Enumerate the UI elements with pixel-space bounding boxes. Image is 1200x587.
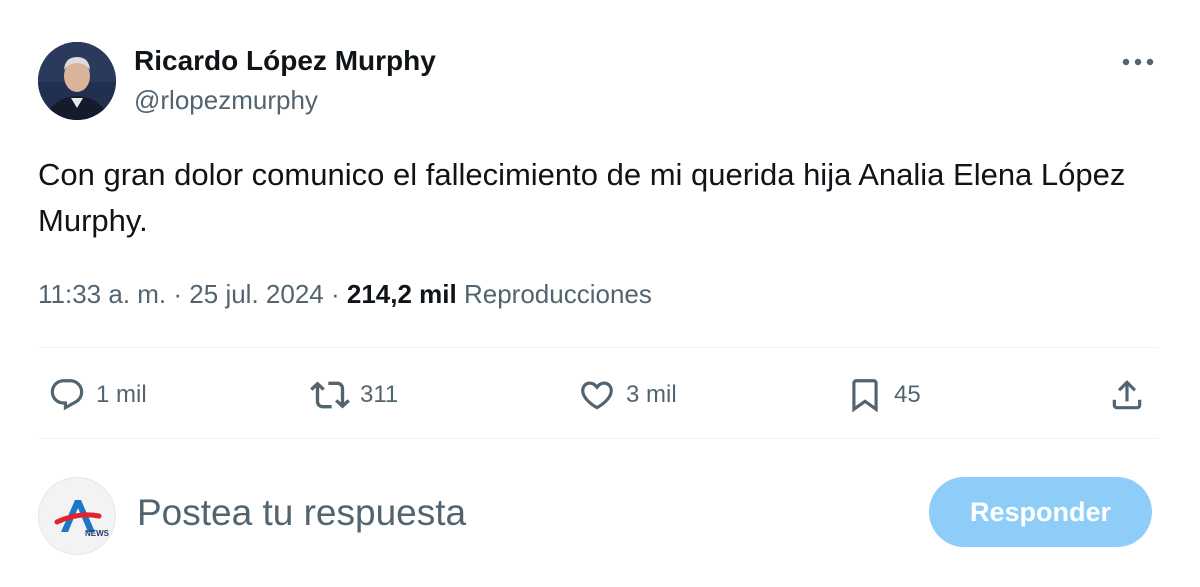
meta-separator: · bbox=[330, 279, 340, 309]
reply-input[interactable] bbox=[137, 488, 897, 538]
heart-icon bbox=[581, 381, 613, 410]
news-logo-text: NEWS bbox=[85, 529, 110, 538]
author-handle[interactable]: @rlopezmurphy bbox=[134, 85, 318, 115]
share-button[interactable] bbox=[1108, 370, 1146, 420]
tweet-text: Con gran dolor comunico el fallecimiento… bbox=[38, 157, 1126, 238]
tweet-meta: 11:33 a. m. · 25 jul. 2024 · 214,2 mil R… bbox=[38, 278, 652, 310]
like-count: 3 mil bbox=[626, 381, 677, 408]
news-logo-icon: NEWS bbox=[39, 478, 115, 554]
views-label: Reproducciones bbox=[463, 279, 652, 309]
bookmark-count: 45 bbox=[894, 381, 921, 408]
tweet-time[interactable]: 11:33 a. m. bbox=[38, 279, 166, 309]
author-avatar[interactable] bbox=[38, 42, 116, 120]
retweet-button[interactable]: 311 bbox=[310, 370, 398, 420]
author-name[interactable]: Ricardo López Murphy bbox=[134, 45, 436, 77]
share-upload-icon bbox=[1112, 380, 1142, 410]
tweet-date[interactable]: 25 jul. 2024 bbox=[189, 279, 323, 309]
tweet-card: Ricardo López Murphy @rlopezmurphy Con g… bbox=[0, 0, 1200, 587]
more-options-button[interactable] bbox=[1118, 50, 1158, 74]
views-count: 214,2 mil bbox=[346, 279, 457, 309]
reply-bubble-icon bbox=[50, 379, 84, 411]
like-button[interactable]: 3 mil bbox=[578, 370, 677, 420]
current-user-avatar[interactable]: NEWS bbox=[38, 477, 116, 555]
reply-count: 1 mil bbox=[96, 381, 147, 408]
retweet-count: 311 bbox=[360, 381, 399, 408]
author-photo bbox=[38, 42, 116, 120]
reply-button[interactable]: 1 mil bbox=[48, 370, 147, 420]
bookmark-icon bbox=[852, 379, 878, 413]
divider bbox=[38, 438, 1158, 439]
action-bar: 1 mil 311 3 mil 45 bbox=[38, 370, 1158, 420]
divider bbox=[38, 347, 1158, 348]
retweet-icon bbox=[310, 381, 350, 409]
more-horizontal-icon bbox=[1122, 58, 1154, 66]
bookmark-button[interactable]: 45 bbox=[846, 370, 921, 420]
meta-separator: · bbox=[173, 279, 183, 309]
reply-submit-button[interactable]: Responder bbox=[929, 477, 1152, 547]
